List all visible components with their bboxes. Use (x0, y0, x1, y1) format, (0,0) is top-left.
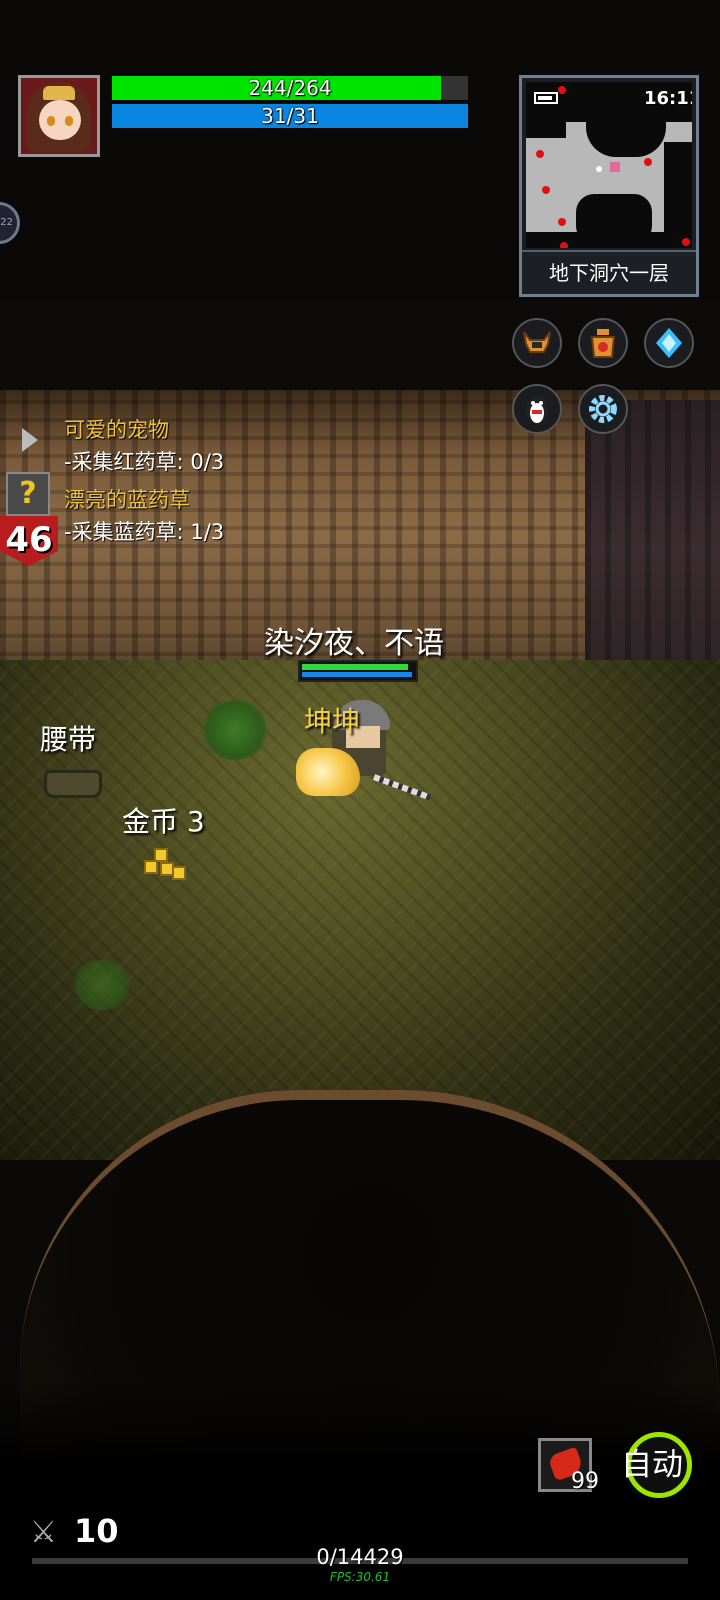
minimap[interactable]: 16:11 地下洞穴一层 (519, 75, 699, 297)
quest-title: 可爱的宠物 (64, 418, 169, 442)
potion-bag-icon (590, 329, 616, 358)
pet-button[interactable] (512, 384, 562, 434)
quest-collapse-button[interactable] (8, 420, 48, 460)
minimap-area: 16:11 (526, 82, 692, 248)
enemy-dot (558, 218, 566, 226)
pet-name: 坤坤 (304, 705, 361, 738)
player-name: 染汐夜、不语 (264, 626, 444, 661)
player-avatar[interactable] (18, 75, 100, 157)
gold-drop-label: 金币 3 (122, 805, 205, 838)
horned-helmet-icon (523, 331, 551, 353)
quest-task: -采集红药草: 0/3 (64, 450, 225, 474)
settings-button[interactable] (578, 384, 628, 434)
pet-fox[interactable] (296, 748, 360, 796)
grass-tuft (70, 960, 134, 1010)
hp-text: 244/264 (248, 76, 332, 100)
location-name: 地下洞穴一层 (522, 250, 696, 294)
belt-item[interactable] (44, 770, 102, 798)
herb-plant[interactable] (200, 700, 270, 760)
player-dot (596, 166, 602, 172)
quest-icon[interactable]: ? (6, 472, 50, 516)
player-marker (610, 162, 620, 172)
belt-drop-label: 腰带 (40, 723, 97, 756)
rock-wall-shadow (585, 400, 720, 700)
xp-text: 0/14429 (316, 1545, 404, 1569)
avatar-crown (43, 86, 75, 100)
potion-count: 99 (571, 1469, 599, 1494)
player-mp-bar (302, 672, 412, 677)
enemy-dot (682, 238, 690, 246)
enemy-dot (558, 86, 566, 94)
enemy-dot (542, 186, 550, 194)
enemy-dot (644, 158, 652, 166)
player-hp-bar (302, 664, 408, 670)
auto-battle-button[interactable]: 自动 (621, 1432, 692, 1498)
fps-counter: FPS:30.61 (329, 1570, 391, 1584)
map-wall (576, 194, 652, 244)
gold-coins-item[interactable] (144, 848, 192, 884)
map-wall (526, 112, 566, 138)
bag-button[interactable] (578, 318, 628, 368)
coin (144, 860, 158, 874)
mp-text: 31/31 (261, 104, 319, 128)
blue-crystal-icon (656, 328, 682, 358)
coin (172, 866, 186, 880)
battery-icon (534, 92, 558, 104)
avatar-face (39, 100, 81, 140)
enemy-dot (536, 150, 544, 158)
auto-label: 自动 (621, 1447, 683, 1483)
potion-quick-slot[interactable]: 99 (538, 1438, 599, 1494)
gear-icon (589, 395, 617, 423)
quest-list[interactable]: 可爱的宠物 -采集红药草: 0/3 漂亮的蓝药草 -采集蓝药草: 1/3 (64, 414, 224, 546)
enemy-dot (560, 242, 568, 248)
skill-button[interactable] (644, 318, 694, 368)
play-arrow-icon (22, 428, 38, 452)
equipment-button[interactable] (512, 318, 562, 368)
quest-title: 漂亮的蓝药草 (64, 488, 190, 512)
penguin-icon (526, 396, 548, 424)
clock: 16:11 (644, 88, 692, 109)
avatar-eye (65, 116, 73, 126)
quest-task: -采集蓝药草: 1/3 (64, 520, 225, 544)
map-wall (664, 142, 692, 242)
avatar-eye (47, 116, 55, 126)
